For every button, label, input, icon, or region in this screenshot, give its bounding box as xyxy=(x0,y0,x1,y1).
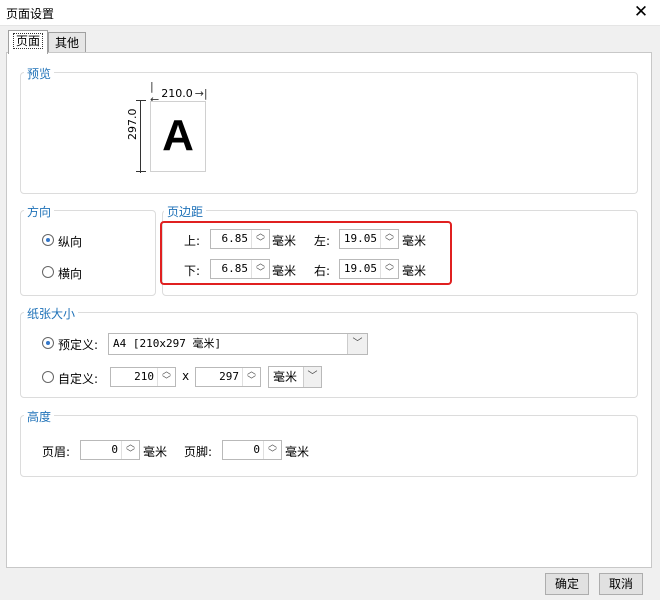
top-margin-spinner[interactable]: 6.85 ︿ ﹀ xyxy=(210,229,270,249)
predefined-paper-value: A4 [210x297 毫米] xyxy=(113,337,222,350)
spin-down-icon[interactable]: ﹀ xyxy=(252,239,269,248)
orientation-group xyxy=(20,210,156,296)
predefined-paper-select[interactable]: A4 [210x297 毫米] ﹀ xyxy=(108,333,368,355)
spin-down-icon[interactable]: ﹀ xyxy=(122,450,139,459)
header-height-unit: 毫米 xyxy=(143,445,168,459)
preview-width-label: 210.0 xyxy=(161,86,193,100)
left-margin-value[interactable]: 19.05 xyxy=(340,230,380,248)
right-margin-label: 右: xyxy=(314,264,331,278)
footer-height-unit: 毫米 xyxy=(285,445,310,459)
right-margin-unit: 毫米 xyxy=(402,264,427,278)
footer-height-value[interactable]: 0 xyxy=(223,441,263,459)
custom-label[interactable]: 自定义: xyxy=(58,370,98,387)
header-height-label: 页眉: xyxy=(42,445,71,459)
bottom-margin-value[interactable]: 6.85 xyxy=(211,260,251,278)
preview-height-label: 297.0 xyxy=(126,108,140,140)
spin-down-icon[interactable]: ﹀ xyxy=(158,377,175,386)
predefined-label[interactable]: 预定义: xyxy=(58,336,98,353)
spin-down-icon[interactable]: ﹀ xyxy=(243,377,260,386)
footer-height-spinner[interactable]: 0 ︿ ﹀ xyxy=(222,440,282,460)
bottom-margin-label: 下: xyxy=(184,264,201,278)
custom-unit-value: 毫米 xyxy=(273,370,298,384)
spin-down-icon[interactable]: ﹀ xyxy=(381,269,398,278)
custom-width-spinner[interactable]: 210 ︿ ﹀ xyxy=(110,367,176,387)
top-margin-unit: 毫米 xyxy=(272,234,297,248)
times-sign: x xyxy=(182,369,190,383)
spin-down-icon[interactable]: ﹀ xyxy=(381,239,398,248)
right-margin-value[interactable]: 19.05 xyxy=(340,260,380,278)
tab-page[interactable]: 页面 xyxy=(8,30,48,54)
custom-width-value[interactable]: 210 xyxy=(111,368,157,386)
preview-page: A xyxy=(150,101,206,172)
header-height-value[interactable]: 0 xyxy=(81,441,121,459)
predefined-radio[interactable] xyxy=(42,337,54,349)
window-title: 页面设置 xyxy=(6,7,55,21)
chevron-down-icon[interactable]: ﹀ xyxy=(303,367,321,387)
top-margin-value[interactable]: 6.85 xyxy=(211,230,251,248)
left-margin-label: 左: xyxy=(314,234,331,248)
landscape-radio[interactable] xyxy=(42,266,54,278)
bottom-margin-unit: 毫米 xyxy=(272,264,297,278)
top-margin-label: 上: xyxy=(184,234,201,248)
custom-radio[interactable] xyxy=(42,371,54,383)
left-margin-spinner[interactable]: 19.05 ︿ ﹀ xyxy=(339,229,399,249)
chevron-down-icon[interactable]: ﹀ xyxy=(347,334,367,354)
preview-width-dimension: |← 210.0 →| xyxy=(150,80,208,106)
paper-size-group-label: 纸张大小 xyxy=(24,305,79,322)
margins-group-label: 页边距 xyxy=(164,203,207,220)
right-margin-spinner[interactable]: 19.05 ︿ ﹀ xyxy=(339,259,399,279)
spin-down-icon[interactable]: ﹀ xyxy=(264,450,281,459)
preview-letter: A xyxy=(162,111,194,160)
left-margin-unit: 毫米 xyxy=(402,234,427,248)
footer-height-label: 页脚: xyxy=(184,445,213,459)
portrait-radio[interactable] xyxy=(42,234,54,246)
bottom-margin-spinner[interactable]: 6.85 ︿ ﹀ xyxy=(210,259,270,279)
landscape-label[interactable]: 横向 xyxy=(58,265,82,282)
preview-group-label: 预览 xyxy=(24,65,55,82)
tab-page-label: 页面 xyxy=(12,33,43,49)
ok-button[interactable]: 确定 xyxy=(545,573,589,595)
title-bar: 页面设置 ✕ xyxy=(0,0,660,26)
close-icon[interactable]: ✕ xyxy=(628,2,654,24)
spin-down-icon[interactable]: ﹀ xyxy=(252,269,269,278)
custom-unit-select[interactable]: 毫米 ﹀ xyxy=(268,366,322,388)
custom-height-spinner[interactable]: 297 ︿ ﹀ xyxy=(195,367,261,387)
height-group-label: 高度 xyxy=(24,408,55,425)
tab-other[interactable]: 其他 xyxy=(48,32,86,54)
orientation-group-label: 方向 xyxy=(24,203,55,220)
tab-other-label: 其他 xyxy=(54,36,79,50)
header-height-spinner[interactable]: 0 ︿ ﹀ xyxy=(80,440,140,460)
preview-group xyxy=(20,72,638,194)
portrait-label[interactable]: 纵向 xyxy=(58,233,82,250)
custom-height-value[interactable]: 297 xyxy=(196,368,242,386)
cancel-button[interactable]: 取消 xyxy=(599,573,643,595)
